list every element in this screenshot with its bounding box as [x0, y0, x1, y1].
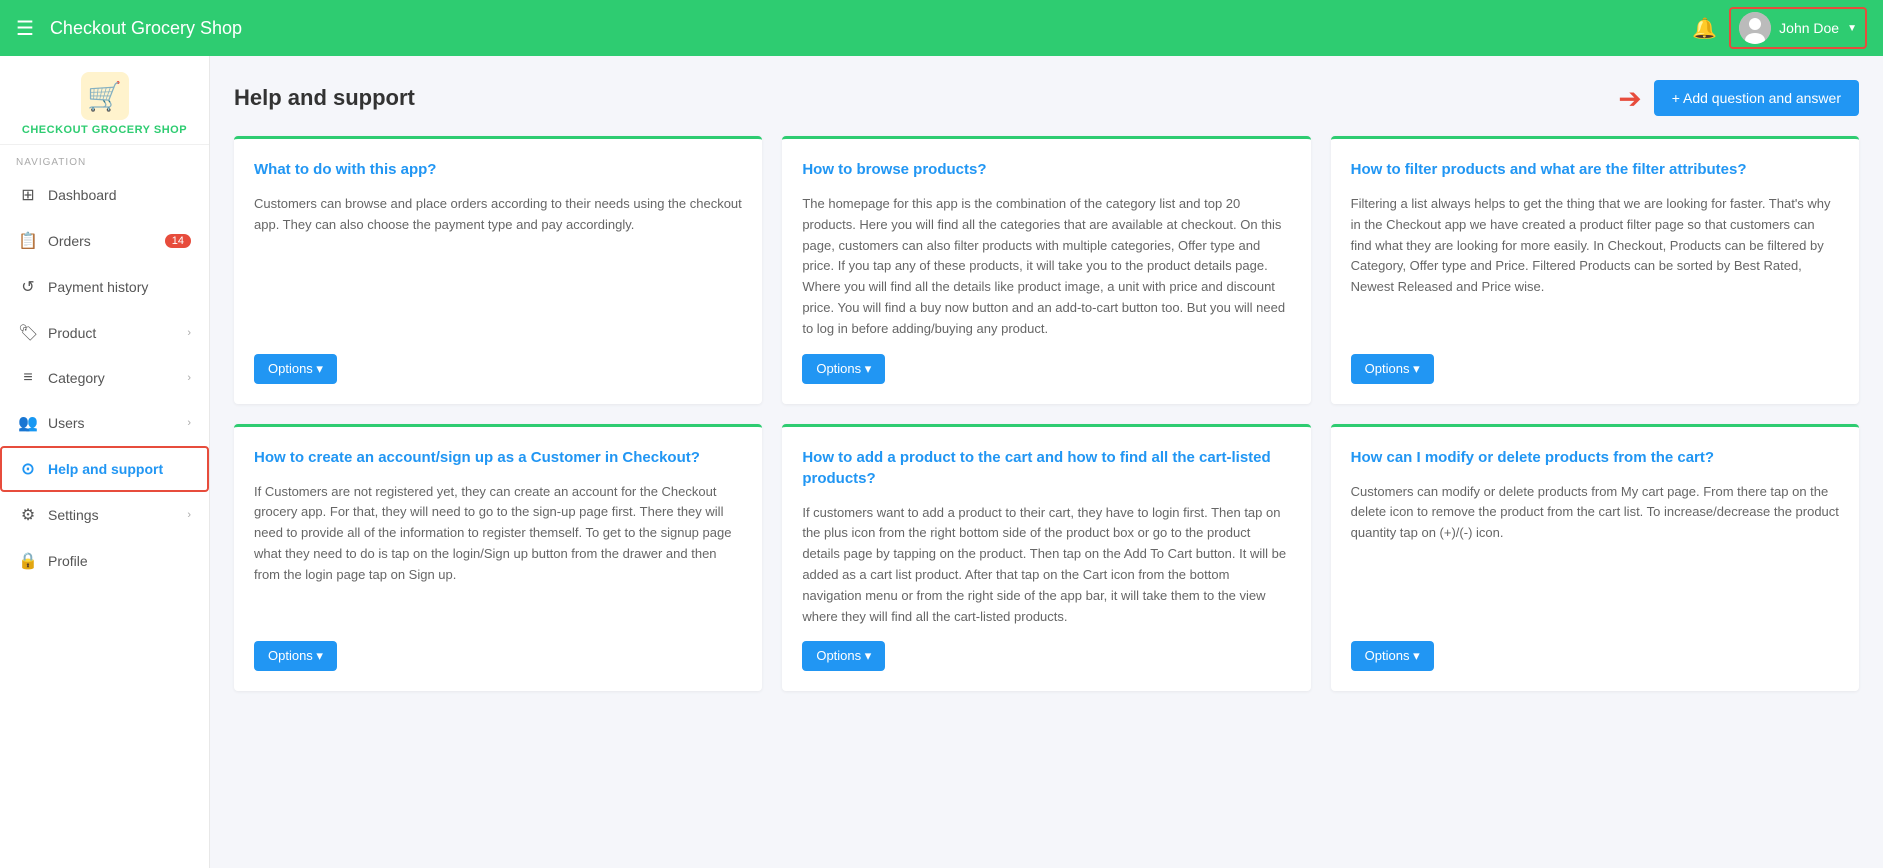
arrow-indicator: ➔ [1618, 82, 1641, 115]
faq-card-3: How to create an account/sign up as a Cu… [234, 424, 762, 692]
faq-options-button-0[interactable]: Options ▾ [254, 354, 337, 384]
faq-card-0: What to do with this app? Customers can b… [234, 136, 762, 404]
sidebar-item-product[interactable]: 🏷 Product › [0, 310, 209, 356]
add-question-answer-button[interactable]: + Add question and answer [1654, 80, 1859, 116]
header-actions: 🔔 John Doe ▼ [1692, 7, 1867, 49]
page-title: Help and support [234, 85, 415, 111]
brand-logo: 🛒 [81, 72, 129, 120]
user-menu-button[interactable]: John Doe ▼ [1729, 7, 1867, 49]
sidebar-label-category: Category [48, 370, 105, 386]
faq-card-2: How to filter products and what are the … [1331, 136, 1859, 404]
menu-icon[interactable]: ☰ [16, 16, 34, 41]
orders-icon: 📋 [18, 231, 38, 251]
top-header: ☰ Checkout Grocery Shop 🔔 John Doe ▼ [0, 0, 1883, 56]
user-name: John Doe [1779, 20, 1839, 36]
brand-emoji: 🛒 [87, 80, 122, 113]
users-icon: 👥 [18, 413, 38, 433]
sidebar-item-settings[interactable]: ⚙ Settings › [0, 492, 209, 538]
category-icon: ≡ [18, 369, 38, 387]
page-header: Help and support ➔ + Add question and an… [234, 80, 1859, 116]
faq-question-4: How to add a product to the cart and how… [802, 447, 1290, 489]
faq-answer-2: Filtering a list always helps to get the… [1351, 194, 1839, 340]
chevron-down-icon: ▼ [1847, 23, 1857, 34]
faq-answer-3: If Customers are not registered yet, the… [254, 482, 742, 628]
sidebar: 🛒 CHECKOUT GROCERY SHOP NAVIGATION ⊞ Dash… [0, 56, 210, 868]
main-content: Help and support ➔ + Add question and an… [210, 56, 1883, 868]
product-chevron-icon: › [187, 327, 191, 339]
nav-label: NAVIGATION [0, 145, 209, 172]
nav-items: ⊞ Dashboard 📋 Orders 14 ↺ Payment history 🏷 Prod… [0, 172, 209, 584]
faq-card-4: How to add a product to the cart and how… [782, 424, 1310, 692]
category-chevron-icon: › [187, 372, 191, 384]
faq-grid: What to do with this app? Customers can b… [234, 136, 1859, 691]
dashboard-icon: ⊞ [18, 185, 38, 205]
sidebar-label-product: Product [48, 325, 96, 341]
sidebar-label-payment-history: Payment history [48, 279, 148, 295]
faq-answer-5: Customers can modify or delete products … [1351, 482, 1839, 628]
orders-badge: 14 [165, 234, 191, 248]
sidebar-label-profile: Profile [48, 553, 88, 569]
brand-name: CHECKOUT GROCERY SHOP [22, 124, 187, 136]
settings-icon: ⚙ [18, 505, 38, 525]
faq-options-button-4[interactable]: Options ▾ [802, 641, 885, 671]
help-and-support-icon: ⊙ [18, 459, 38, 479]
sidebar-label-help-and-support: Help and support [48, 461, 163, 477]
product-icon: 🏷 [18, 323, 38, 343]
faq-question-2: How to filter products and what are the … [1351, 159, 1839, 180]
faq-question-1: How to browse products? [802, 159, 1290, 180]
sidebar-item-category[interactable]: ≡ Category › [0, 356, 209, 400]
faq-answer-1: The homepage for this app is the combina… [802, 194, 1290, 340]
sidebar-label-users: Users [48, 415, 85, 431]
faq-question-5: How can I modify or delete products from… [1351, 447, 1839, 468]
settings-chevron-icon: › [187, 509, 191, 521]
sidebar-brand: 🛒 CHECKOUT GROCERY SHOP [0, 56, 209, 145]
sidebar-label-dashboard: Dashboard [48, 187, 117, 203]
layout: 🛒 CHECKOUT GROCERY SHOP NAVIGATION ⊞ Dash… [0, 56, 1883, 868]
sidebar-item-help-and-support[interactable]: ⊙ Help and support [0, 446, 209, 492]
sidebar-label-orders: Orders [48, 233, 91, 249]
avatar [1739, 12, 1771, 44]
faq-answer-4: If customers want to add a product to th… [802, 503, 1290, 628]
sidebar-item-orders[interactable]: 📋 Orders 14 [0, 218, 209, 264]
sidebar-item-users[interactable]: 👥 Users › [0, 400, 209, 446]
sidebar-item-profile[interactable]: 🔒 Profile [0, 538, 209, 584]
add-btn-wrapper: ➔ + Add question and answer [1618, 80, 1859, 116]
faq-card-1: How to browse products? The homepage for … [782, 136, 1310, 404]
profile-icon: 🔒 [18, 551, 38, 571]
faq-options-button-1[interactable]: Options ▾ [802, 354, 885, 384]
faq-answer-0: Customers can browse and place orders ac… [254, 194, 742, 340]
payment-history-icon: ↺ [18, 277, 38, 297]
faq-card-5: How can I modify or delete products from… [1331, 424, 1859, 692]
sidebar-item-payment-history[interactable]: ↺ Payment history [0, 264, 209, 310]
faq-options-button-2[interactable]: Options ▾ [1351, 354, 1434, 384]
sidebar-label-settings: Settings [48, 507, 99, 523]
sidebar-item-dashboard[interactable]: ⊞ Dashboard [0, 172, 209, 218]
faq-question-0: What to do with this app? [254, 159, 742, 180]
bell-icon[interactable]: 🔔 [1692, 16, 1717, 41]
users-chevron-icon: › [187, 417, 191, 429]
faq-options-button-5[interactable]: Options ▾ [1351, 641, 1434, 671]
header-title: Checkout Grocery Shop [50, 18, 1692, 39]
faq-question-3: How to create an account/sign up as a Cu… [254, 447, 742, 468]
faq-options-button-3[interactable]: Options ▾ [254, 641, 337, 671]
